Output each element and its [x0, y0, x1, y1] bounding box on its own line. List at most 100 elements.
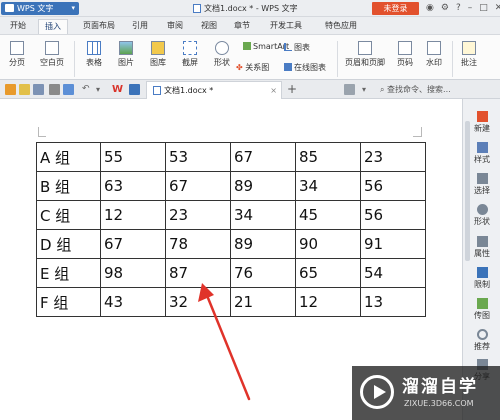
chart-label: 图表 — [294, 43, 310, 52]
add-tab-button[interactable]: + — [287, 81, 297, 98]
tab-references[interactable]: 引用 — [128, 19, 152, 34]
watermark-button[interactable]: 水印 — [421, 41, 447, 68]
page-break-label: 分页 — [9, 58, 25, 67]
login-button[interactable]: 未登录 — [372, 2, 419, 15]
title-bar: WPS 文字 ▾ 文档1.docx * - WPS 文字 未登录 ◉ ⚙ ? –… — [0, 0, 500, 17]
table-button[interactable]: 表格 — [80, 41, 108, 68]
scissors-icon — [183, 41, 197, 55]
online-chart-icon — [284, 63, 292, 71]
page-break-icon — [10, 41, 24, 55]
tab-section[interactable]: 章节 — [230, 19, 254, 34]
header-footer-button[interactable]: 页眉和页脚 — [343, 41, 387, 68]
panel-style[interactable]: 样式 — [463, 142, 500, 165]
watermark-brand: 溜溜自学 — [402, 377, 478, 397]
picture-button[interactable]: 图片 — [112, 41, 140, 68]
relation-chart-button[interactable]: ✤ 关系图 — [236, 62, 269, 73]
tab-page-layout[interactable]: 页面布局 — [77, 19, 121, 34]
play-logo-icon — [360, 375, 394, 409]
blank-page-label: 空白页 — [40, 58, 64, 67]
online-chart-button[interactable]: 在线图表 — [284, 62, 326, 73]
red-arrow-head — [198, 283, 214, 302]
settings-icon[interactable]: ⚙ — [441, 2, 449, 15]
ribbon-divider — [452, 41, 453, 77]
page-number-icon — [398, 41, 412, 55]
tab-review[interactable]: 审阅 — [163, 19, 187, 34]
comment-label: 批注 — [461, 58, 477, 67]
panel-select[interactable]: 选择 — [463, 173, 500, 196]
maximize-icon[interactable]: □ — [479, 2, 488, 15]
properties-icon — [476, 236, 488, 247]
command-search[interactable]: ⌕ 查找命令、搜索... — [380, 83, 451, 96]
wps-w-icon[interactable]: W — [112, 84, 123, 95]
ribbon-divider — [74, 41, 75, 77]
chevron-down-icon[interactable]: ▾ — [362, 84, 373, 95]
quick-access-bar: ↶ ▾ W 文档1.docx * × + ▾ ⌕ 查找命令、搜索... — [0, 80, 500, 99]
panel-restrict[interactable]: 限制 — [463, 267, 500, 290]
upload-image-icon — [476, 298, 488, 309]
chart-button[interactable]: 图表 — [284, 42, 310, 53]
window-title: 文档1.docx * - WPS 文字 — [193, 2, 298, 15]
preview-icon[interactable] — [63, 84, 74, 95]
online-chart-label: 在线图表 — [294, 63, 326, 72]
relation-chart-icon: ✤ — [236, 63, 243, 72]
panel-shape[interactable]: 形状 — [463, 204, 500, 227]
tab-features[interactable]: 特色应用 — [318, 19, 364, 34]
gallery-button[interactable]: 图库 — [144, 41, 172, 68]
panel-recommend[interactable]: 推荐 — [463, 329, 500, 352]
cloud-icon[interactable] — [129, 84, 140, 95]
page-number-label: 页码 — [397, 58, 413, 67]
comment-button[interactable]: 批注 — [458, 41, 480, 68]
command-search-text: 查找命令、搜索... — [387, 85, 451, 94]
panel-properties-label: 属性 — [474, 249, 490, 258]
tab-home[interactable]: 开始 — [6, 19, 30, 34]
red-arrow-shaft — [204, 291, 251, 401]
gallery-icon — [151, 41, 165, 55]
help-icon[interactable]: ? — [456, 2, 461, 15]
shape-icon — [215, 41, 229, 55]
screenshot-button[interactable]: 截屏 — [176, 41, 204, 68]
tab-insert[interactable]: 插入 — [38, 19, 68, 34]
screenshot-label: 截屏 — [182, 58, 198, 67]
site-watermark: 溜溜自学 ZIXUE.3D66.COM — [352, 366, 500, 420]
close-icon[interactable]: ✕ — [495, 2, 500, 15]
watermark-url: ZIXUE.3D66.COM — [404, 399, 474, 408]
page-number-button[interactable]: 页码 — [392, 41, 418, 68]
app-menu-button[interactable]: WPS 文字 ▾ — [1, 2, 79, 15]
skin-icon[interactable]: ◉ — [426, 2, 434, 15]
blank-page-button[interactable]: 空白页 — [36, 41, 68, 68]
header-footer-label: 页眉和页脚 — [345, 58, 385, 67]
tab-developer[interactable]: 开发工具 — [263, 19, 309, 34]
panel-upload-label: 传图 — [474, 311, 490, 320]
picture-label: 图片 — [118, 58, 134, 67]
document-icon — [193, 4, 201, 13]
panel-properties[interactable]: 属性 — [463, 236, 500, 259]
tab-document[interactable]: 文档1.docx * × — [146, 81, 282, 99]
comment-icon — [462, 41, 476, 55]
page-break-button[interactable]: 分页 — [4, 41, 30, 68]
shape-button[interactable]: 形状 — [208, 41, 236, 68]
wps-logo-icon — [5, 4, 14, 12]
smartart-button[interactable]: SmartArt — [243, 42, 289, 51]
picture-icon — [119, 41, 133, 55]
panel-new[interactable]: 新建 — [463, 111, 500, 134]
minimize-icon[interactable]: – — [468, 2, 473, 15]
tab-view[interactable]: 视图 — [197, 19, 221, 34]
smartart-icon — [243, 42, 251, 50]
select-icon — [476, 173, 488, 184]
chevron-down-icon[interactable]: ▾ — [96, 84, 107, 95]
close-icon[interactable]: × — [270, 82, 277, 99]
print-icon[interactable] — [49, 84, 60, 95]
layout-icon[interactable] — [344, 84, 355, 95]
panel-upload[interactable]: 传图 — [463, 298, 500, 321]
shape-label: 形状 — [214, 58, 230, 67]
new-file-icon[interactable] — [5, 84, 16, 95]
relation-chart-label: 关系图 — [245, 63, 270, 72]
document-icon — [153, 86, 161, 95]
save-icon[interactable] — [33, 84, 44, 95]
search-icon: ⌕ — [380, 85, 385, 94]
panel-select-label: 选择 — [474, 186, 490, 195]
undo-icon[interactable]: ↶ — [82, 84, 93, 95]
watermark-icon — [427, 41, 441, 55]
open-folder-icon[interactable] — [19, 84, 30, 95]
ribbon-insert: 分页 空白页 表格 图片 图库 截屏 形状 SmartArt 图表 ✤ 关系图 … — [0, 34, 500, 80]
